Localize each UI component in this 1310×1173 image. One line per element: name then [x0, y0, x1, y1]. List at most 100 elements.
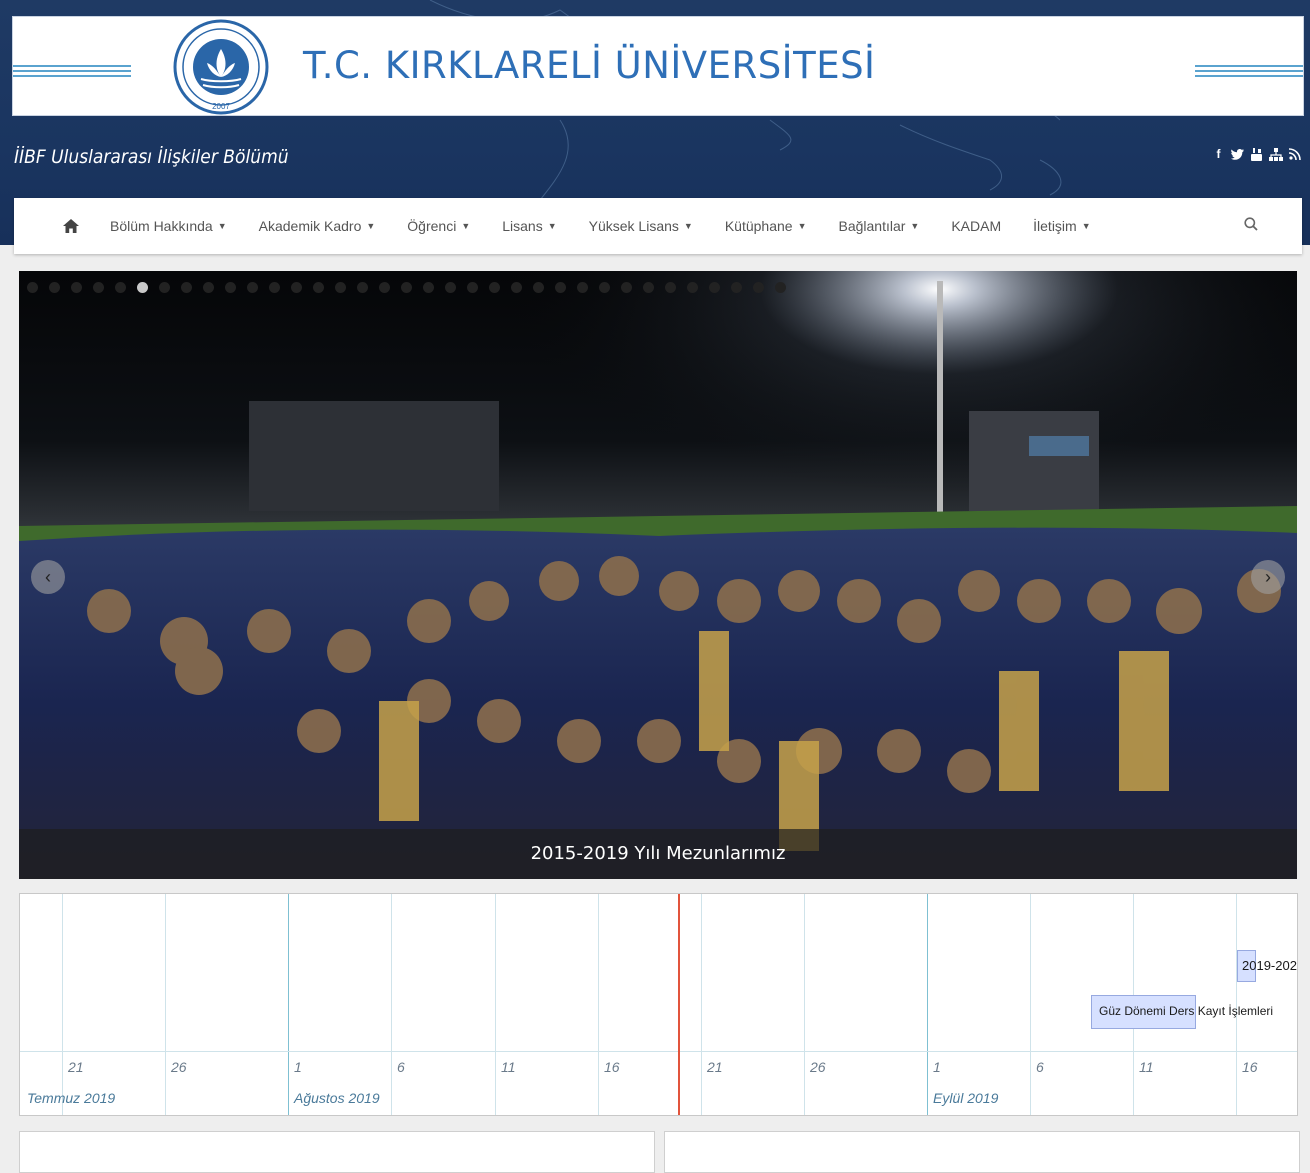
slider-dot[interactable] — [335, 282, 346, 293]
content-box-left — [19, 1131, 655, 1173]
nav-item-label: Öğrenci — [407, 218, 457, 234]
nav-item-ogrenci[interactable]: Öğrenci ▼ — [407, 218, 470, 234]
sitemap-icon[interactable] — [1268, 147, 1283, 161]
twitter-icon[interactable] — [1230, 147, 1245, 161]
timeline-day-label: 16 — [604, 1059, 620, 1075]
slider-dot[interactable] — [291, 282, 302, 293]
slider-dot[interactable] — [357, 282, 368, 293]
slider-dot[interactable] — [467, 282, 478, 293]
timeline-gridline — [701, 894, 702, 1115]
timeline-day-label: 21 — [68, 1059, 84, 1075]
nav-item-baglantilar[interactable]: Bağlantılar ▼ — [838, 218, 919, 234]
nav-item-akademik-kadro[interactable]: Akademik Kadro ▼ — [259, 218, 376, 234]
slider-dot[interactable] — [27, 282, 38, 293]
department-title[interactable]: İİBF Uluslararası İlişkiler Bölümü — [14, 146, 289, 168]
site-title[interactable]: T.C. KIRKLARELİ ÜNİVERSİTESİ — [303, 47, 875, 84]
slider-dot[interactable] — [489, 282, 500, 293]
slider-dot[interactable] — [313, 282, 324, 293]
slider-dot[interactable] — [555, 282, 566, 293]
slider-dot[interactable] — [137, 282, 148, 293]
nav-item-label: Kütüphane — [724, 218, 793, 234]
timeline-gridline — [804, 894, 805, 1115]
slider-dot[interactable] — [577, 282, 588, 293]
main-navigation: Bölüm Hakkında ▼ Akademik Kadro ▼ Öğrenci ▼… — [14, 198, 1302, 254]
caret-down-icon: ▼ — [683, 221, 693, 231]
timeline-month-line — [288, 894, 289, 1115]
slider-next-button[interactable]: › — [1251, 560, 1285, 594]
slider-dot[interactable] — [445, 282, 456, 293]
home-button[interactable] — [14, 219, 110, 233]
nav-item-label: Akademik Kadro — [258, 218, 362, 234]
nav-item-kutuphane[interactable]: Kütüphane ▼ — [725, 218, 807, 234]
slider-dot[interactable] — [401, 282, 412, 293]
university-logo[interactable]: 2007 — [163, 19, 279, 115]
timeline-day-label: 26 — [810, 1059, 826, 1075]
slider-dot[interactable] — [423, 282, 434, 293]
slider-dot[interactable] — [71, 282, 82, 293]
timeline-event-label[interactable]: 2019-202 — [1242, 958, 1297, 973]
slider-dot[interactable] — [599, 282, 610, 293]
slider-dot[interactable] — [181, 282, 192, 293]
caret-down-icon: ▼ — [461, 221, 471, 231]
search-button[interactable] — [1244, 217, 1258, 236]
slider-dot[interactable] — [93, 282, 104, 293]
nav-item-label: KADAM — [951, 218, 1002, 234]
timeline-gridline — [495, 894, 496, 1115]
timeline-gridline — [165, 894, 166, 1115]
nav-item-label: İletişim — [1033, 218, 1077, 234]
caret-down-icon: ▼ — [910, 221, 920, 231]
content-box-right — [664, 1131, 1300, 1173]
youtube-icon[interactable] — [1249, 147, 1264, 161]
slider-dot[interactable] — [269, 282, 280, 293]
slider-dot[interactable] — [511, 282, 522, 293]
slider-dot[interactable] — [687, 282, 698, 293]
caret-down-icon: ▼ — [1081, 221, 1091, 231]
slider-dot[interactable] — [247, 282, 258, 293]
slider-dot[interactable] — [533, 282, 544, 293]
timeline-gridline — [598, 894, 599, 1115]
chevron-left-icon: ‹ — [45, 567, 51, 587]
slider-dot[interactable] — [159, 282, 170, 293]
slider-dot[interactable] — [225, 282, 236, 293]
title-decoration-right — [1195, 65, 1303, 80]
home-icon — [63, 219, 79, 233]
nav-item-iletisim[interactable]: İletişim ▼ — [1033, 218, 1090, 234]
rss-icon[interactable] — [1287, 147, 1302, 161]
timeline-day-label: 6 — [397, 1059, 405, 1075]
event-timeline[interactable]: 21 26 1 6 11 16 21 26 1 6 11 16 Temmuz 2… — [19, 893, 1298, 1116]
slider-dot[interactable] — [115, 282, 126, 293]
nav-item-yuksek-lisans[interactable]: Yüksek Lisans ▼ — [589, 218, 693, 234]
svg-text:2007: 2007 — [212, 102, 230, 111]
chevron-right-icon: › — [1265, 567, 1271, 587]
timeline-month-label: Eylül 2019 — [933, 1090, 999, 1106]
timeline-day-label: 11 — [501, 1059, 516, 1075]
slider-dot[interactable] — [665, 282, 676, 293]
timeline-day-label: 1 — [294, 1059, 302, 1075]
social-links: f — [1211, 147, 1302, 161]
nav-item-label: Lisans — [502, 218, 543, 234]
timeline-gridline — [62, 894, 63, 1115]
timeline-gridline — [391, 894, 392, 1115]
slider-dot[interactable] — [643, 282, 654, 293]
timeline-today-marker — [678, 894, 680, 1115]
slider-dot[interactable] — [621, 282, 632, 293]
timeline-day-label: 16 — [1242, 1059, 1258, 1075]
timeline-event-label[interactable]: Güz Dönemi Ders Kayıt İşlemleri — [1099, 1004, 1273, 1018]
slider-caption: 2015-2019 Yılı Mezunlarımız — [19, 829, 1297, 879]
slider-dot[interactable] — [753, 282, 764, 293]
nav-item-lisans[interactable]: Lisans ▼ — [502, 218, 556, 234]
slider-dot[interactable] — [731, 282, 742, 293]
facebook-icon[interactable]: f — [1211, 147, 1226, 161]
slider-prev-button[interactable]: ‹ — [31, 560, 65, 594]
timeline-day-label: 26 — [171, 1059, 187, 1075]
slider-dot[interactable] — [203, 282, 214, 293]
slider-dot[interactable] — [709, 282, 720, 293]
slider-dot[interactable] — [379, 282, 390, 293]
slider-dot[interactable] — [49, 282, 60, 293]
slider-dot[interactable] — [775, 282, 786, 293]
nav-item-kadam[interactable]: KADAM — [951, 218, 1001, 234]
nav-item-bolum-hakkinda[interactable]: Bölüm Hakkında ▼ — [110, 218, 227, 234]
nav-item-label: Bölüm Hakkında — [110, 218, 213, 234]
graduation-photo — [19, 271, 1297, 879]
image-slider: ‹ › 2015-2019 Yılı Mezunlarımız — [19, 271, 1297, 879]
